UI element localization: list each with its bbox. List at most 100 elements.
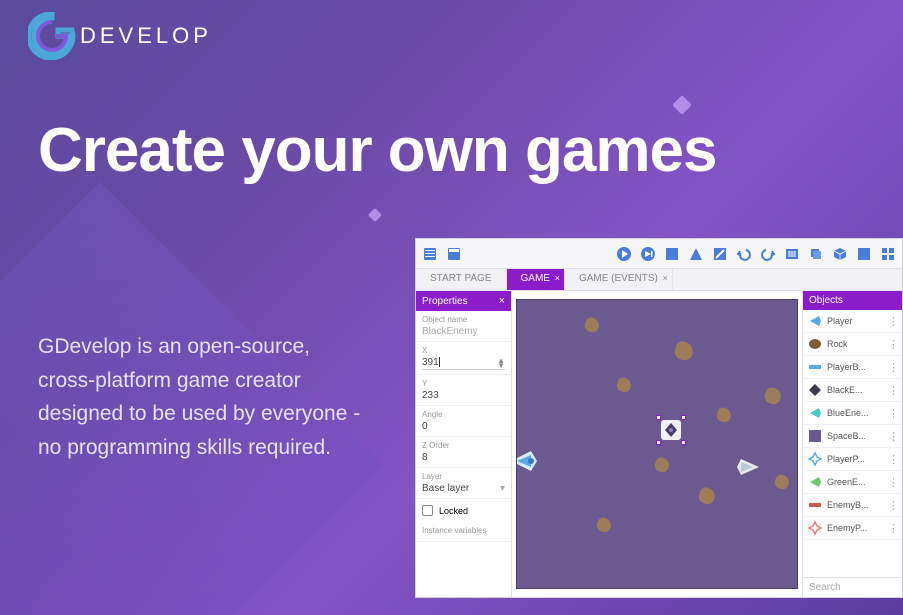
object-thumb-icon <box>807 336 823 352</box>
kebab-icon[interactable]: ⋮ <box>888 476 898 489</box>
menu-icon[interactable] <box>420 244 440 264</box>
zorder-label: Z Order <box>422 441 505 450</box>
kebab-icon[interactable]: ⋮ <box>888 338 898 351</box>
object-name-label: Object name <box>422 315 505 324</box>
object-thumb-icon <box>807 382 823 398</box>
scene-asteroid[interactable] <box>715 406 733 424</box>
workspace: Properties × Object name BlackEnemy X 39… <box>416 291 902 597</box>
kebab-icon[interactable]: ⋮ <box>888 522 898 535</box>
scene-asteroid[interactable] <box>583 316 601 334</box>
brand-name: DEVELOP <box>80 23 212 49</box>
object-name: BlueEne... <box>827 408 884 418</box>
close-icon[interactable]: × <box>663 273 668 283</box>
tool-icon-2[interactable] <box>686 244 706 264</box>
instance-vars-label: Instance variables <box>422 526 505 535</box>
object-row[interactable]: Player ⋮ <box>803 310 902 333</box>
layers-icon[interactable] <box>782 244 802 264</box>
object-thumb-icon <box>807 405 823 421</box>
object-row[interactable]: PlayerP...⋮ <box>803 448 902 471</box>
object-row[interactable]: SpaceB... ⋮ <box>803 425 902 448</box>
brand-logo: DEVELOP <box>28 12 212 60</box>
object-thumb-icon <box>807 359 823 375</box>
app-screenshot: START PAGE GAME× GAME (EVENTS)× Properti… <box>415 238 903 598</box>
zorder-input[interactable]: 8 <box>422 452 505 463</box>
scene-asteroid[interactable] <box>595 516 613 534</box>
tab-start-page[interactable]: START PAGE <box>416 269 507 290</box>
object-thumb-icon <box>807 313 823 329</box>
chevron-down-icon: ▾ <box>500 483 505 494</box>
scene-player-ship[interactable] <box>516 448 541 479</box>
object-row[interactable]: Rock ⋮ <box>803 333 902 356</box>
object-name: EnemyP... <box>827 523 884 533</box>
object-name: Rock <box>827 339 884 349</box>
object-thumb-icon <box>807 474 823 490</box>
kebab-icon[interactable]: ⋮ <box>888 384 898 397</box>
y-label: Y <box>422 379 505 388</box>
grid-icon[interactable] <box>878 244 898 264</box>
objects-panel: Objects Player⋮Rock⋮PlayerB...⋮BlackE...… <box>802 291 902 597</box>
kebab-icon[interactable]: ⋮ <box>888 407 898 420</box>
object-name: BlackE... <box>827 385 884 395</box>
object-thumb-icon <box>807 451 823 467</box>
properties-panel: Properties × Object name BlackEnemy X 39… <box>416 291 512 597</box>
redo-icon[interactable] <box>758 244 778 264</box>
object-name-value: BlackEnemy <box>422 326 505 337</box>
objects-search[interactable]: Search <box>803 577 902 597</box>
objects-header: Objects <box>803 291 902 310</box>
scene-asteroid[interactable] <box>672 339 695 362</box>
layer-select[interactable]: Base layer ▾ <box>422 483 505 494</box>
kebab-icon[interactable]: ⋮ <box>888 361 898 374</box>
angle-label: Angle <box>422 410 505 419</box>
scene-enemy-ship[interactable] <box>735 456 761 483</box>
page-headline: Create your own games <box>38 115 716 186</box>
checkbox-icon <box>422 505 433 516</box>
kebab-icon[interactable]: ⋮ <box>888 453 898 466</box>
kebab-icon[interactable]: ⋮ <box>888 499 898 512</box>
object-name: GreenE... <box>827 477 884 487</box>
tab-game[interactable]: GAME× <box>507 269 565 290</box>
object-name: SpaceB... <box>827 431 884 441</box>
app-toolbar <box>416 239 902 269</box>
scene-asteroid[interactable] <box>773 473 791 491</box>
y-input[interactable]: 233 <box>422 390 505 401</box>
kebab-icon[interactable]: ⋮ <box>888 315 898 328</box>
object-row[interactable]: BlackE... ⋮ <box>803 379 902 402</box>
x-label: X <box>422 346 505 355</box>
tab-game-events[interactable]: GAME (EVENTS)× <box>565 269 673 290</box>
object-name: PlayerB... <box>827 362 884 372</box>
cube-icon[interactable] <box>830 244 850 264</box>
object-row[interactable]: GreenE... ⋮ <box>803 471 902 494</box>
object-row[interactable]: PlayerB... ⋮ <box>803 356 902 379</box>
close-icon[interactable]: × <box>499 295 505 307</box>
objects-list: Player⋮Rock⋮PlayerB...⋮BlackE...⋮BlueEne… <box>803 310 902 577</box>
object-row[interactable]: EnemyB...⋮ <box>803 494 902 517</box>
angle-input[interactable]: 0 <box>422 421 505 432</box>
edit-icon[interactable] <box>710 244 730 264</box>
scene-asteroid[interactable] <box>763 386 784 407</box>
tool-icon-1[interactable] <box>662 244 682 264</box>
settings-icon[interactable] <box>854 244 874 264</box>
object-row[interactable]: BlueEne... ⋮ <box>803 402 902 425</box>
scene-view[interactable] <box>516 299 798 589</box>
object-thumb-icon <box>807 497 823 513</box>
close-icon[interactable]: × <box>555 273 560 283</box>
properties-header: Properties × <box>416 291 511 311</box>
locked-checkbox[interactable]: Locked <box>416 499 511 522</box>
scene-asteroid[interactable] <box>615 376 633 394</box>
stepper-icon[interactable]: ▲▼ <box>497 358 505 368</box>
play-icon[interactable] <box>614 244 634 264</box>
object-name: Player <box>827 316 884 326</box>
window-icon[interactable] <box>444 244 464 264</box>
x-input[interactable]: 391 ▲▼ <box>422 357 505 370</box>
logo-g-icon <box>28 12 76 60</box>
scene-asteroid[interactable] <box>653 456 671 474</box>
undo-icon[interactable] <box>734 244 754 264</box>
kebab-icon[interactable]: ⋮ <box>888 430 898 443</box>
scene-black-enemy-selected[interactable] <box>659 418 683 442</box>
object-row[interactable]: EnemyP... ⋮ <box>803 517 902 540</box>
scene-asteroid[interactable] <box>697 486 718 507</box>
preview-icon[interactable] <box>638 244 658 264</box>
layer-label: Layer <box>422 472 505 481</box>
tab-bar: START PAGE GAME× GAME (EVENTS)× <box>416 269 902 291</box>
copy-icon[interactable] <box>806 244 826 264</box>
